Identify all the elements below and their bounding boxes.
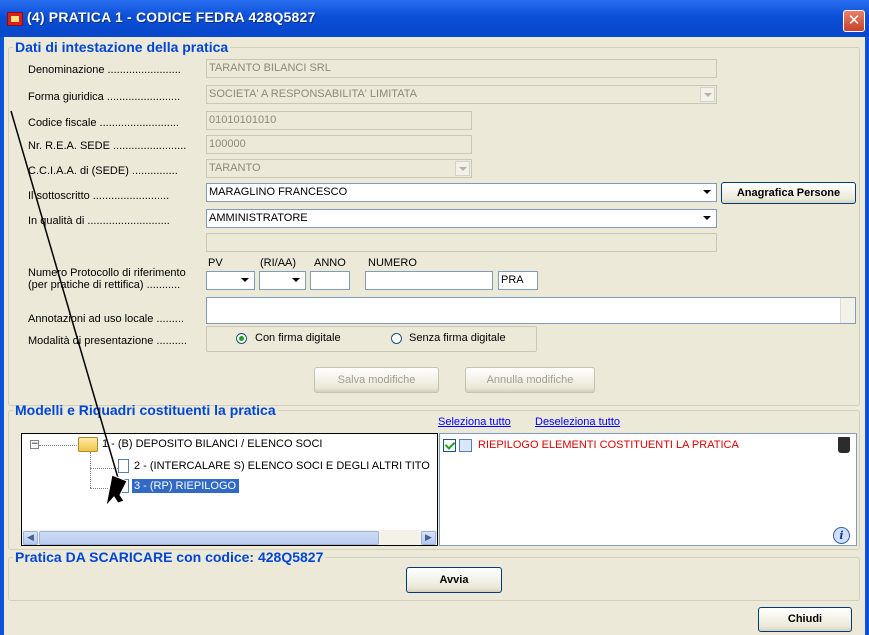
app-icon xyxy=(7,12,23,26)
forma-giuridica-label: Forma giuridica ........................ xyxy=(28,91,181,103)
qualita-label: In qualità di ..........................… xyxy=(28,215,170,227)
radio-con-firma[interactable] xyxy=(236,333,247,344)
chevron-down-icon[interactable] xyxy=(700,87,715,102)
chevron-left-icon[interactable]: ◀ xyxy=(23,531,38,545)
radio-con-firma-label[interactable]: Con firma digitale xyxy=(255,332,341,344)
chevron-down-icon[interactable] xyxy=(289,273,304,288)
intestazione-legend: Dati di intestazione della pratica xyxy=(15,39,229,55)
protocollo-label-line1: Numero Protocollo di riferimento xyxy=(28,267,186,279)
annotazioni-textarea[interactable] xyxy=(206,297,856,324)
cciaa-label: C.C.I.A.A. di (SEDE) ............... xyxy=(28,165,178,177)
chevron-right-icon[interactable]: ▶ xyxy=(421,531,436,545)
chevron-down-icon[interactable] xyxy=(700,185,715,200)
codice-fiscale-label: Codice fiscale .........................… xyxy=(28,117,179,129)
tree-connector xyxy=(90,452,91,488)
info-icon[interactable]: i xyxy=(833,527,850,544)
rea-field[interactable]: 100000 xyxy=(206,135,472,154)
protocollo-numero-header: NUMERO xyxy=(368,257,417,269)
dialog-body: Dati di intestazione della pratica Denom… xyxy=(4,37,865,635)
avvia-button[interactable]: Avvia xyxy=(406,567,502,593)
scrollbar-thumb[interactable] xyxy=(39,531,379,545)
modelli-tree[interactable]: − 1 - (B) DEPOSITO BILANCI / ELENCO SOCI… xyxy=(21,433,438,546)
folder-icon xyxy=(78,437,98,452)
sottoscritto-value: MARAGLINO FRANCESCO xyxy=(209,186,348,198)
chevron-down-icon[interactable] xyxy=(700,211,715,226)
annulla-modifiche-button[interactable]: Annulla modifiche xyxy=(465,367,595,393)
chevron-down-icon[interactable] xyxy=(455,161,470,176)
qualita-value: AMMINISTRATORE xyxy=(209,212,308,224)
application-window: (4) PRATICA 1 - CODICE FEDRA 428Q5827 ✕ … xyxy=(0,0,869,635)
radio-senza-firma-label[interactable]: Senza firma digitale xyxy=(409,332,506,344)
protocollo-pv-header: PV xyxy=(208,257,223,269)
document-icon xyxy=(118,479,129,493)
annotazioni-scrollbar[interactable] xyxy=(840,298,855,323)
title-bar[interactable]: (4) PRATICA 1 - CODICE FEDRA 428Q5827 ✕ xyxy=(0,0,869,37)
salva-modifiche-button[interactable]: Salva modifiche xyxy=(314,367,439,393)
tree-item-intercalare-s[interactable]: 2 - (INTERCALARE S) ELENCO SOCI E DEGLI … xyxy=(134,460,430,472)
denominazione-field[interactable]: TARANTO BILANCI SRL xyxy=(206,59,717,78)
radio-senza-firma[interactable] xyxy=(391,333,402,344)
tree-connector xyxy=(90,488,120,489)
protocollo-suffix-field[interactable]: PRA xyxy=(498,271,538,290)
seleziona-tutto-link[interactable]: Seleziona tutto xyxy=(438,416,511,428)
modelli-legend: Modelli e Riquadri costituenti la pratic… xyxy=(15,402,276,418)
modelli-checklist[interactable]: RIEPILOGO ELEMENTI COSTITUENTI LA PRATIC… xyxy=(439,433,857,546)
protocollo-riaa-header: (RI/AA) xyxy=(260,257,297,269)
forma-giuridica-select[interactable]: SOCIETA' A RESPONSABILITA' LIMITATA xyxy=(206,85,717,104)
chiudi-button[interactable]: Chiudi xyxy=(758,607,852,632)
codice-fiscale-field[interactable]: 01010101010 xyxy=(206,111,472,130)
window-title: (4) PRATICA 1 - CODICE FEDRA 428Q5827 xyxy=(27,9,316,25)
tree-horizontal-scrollbar[interactable]: ◀ ▶ xyxy=(22,529,437,545)
forma-giuridica-value: SOCIETA' A RESPONSABILITA' LIMITATA xyxy=(209,88,417,100)
tree-item-riepilogo[interactable]: 3 - (RP) RIEPILOGO xyxy=(132,479,240,493)
tree-collapse-icon[interactable]: − xyxy=(30,440,39,449)
protocollo-riaa-select[interactable] xyxy=(259,271,306,290)
anagrafica-persone-button[interactable]: Anagrafica Persone xyxy=(721,182,856,204)
deseleziona-tutto-link[interactable]: Deseleziona tutto xyxy=(535,416,620,428)
cciaa-value: TARANTO xyxy=(209,162,261,174)
cciaa-select[interactable]: TARANTO xyxy=(206,159,472,178)
chevron-down-icon[interactable] xyxy=(238,273,253,288)
modalita-label: Modalità di presentazione .......... xyxy=(28,335,187,347)
protocollo-numero-field[interactable] xyxy=(365,271,493,290)
modalita-radio-group: Con firma digitale Senza firma digitale xyxy=(206,326,537,352)
sottoscritto-label: Il sottoscritto ........................… xyxy=(28,190,170,202)
tree-item-deposito-bilanci[interactable]: 1 - (B) DEPOSITO BILANCI / ELENCO SOCI xyxy=(102,438,322,450)
rea-label: Nr. R.E.A. SEDE ........................ xyxy=(28,140,187,152)
close-button[interactable]: ✕ xyxy=(843,10,865,32)
document-check-icon xyxy=(459,439,472,452)
riepilogo-checkbox[interactable] xyxy=(443,439,456,452)
riepilogo-list-item[interactable]: RIEPILOGO ELEMENTI COSTITUENTI LA PRATIC… xyxy=(478,439,739,451)
denominazione-label: Denominazione ........................ xyxy=(28,64,181,76)
document-icon xyxy=(118,459,129,473)
qualita-detail-field[interactable] xyxy=(206,233,717,252)
tree-connector xyxy=(39,445,79,446)
protocollo-anno-field[interactable] xyxy=(310,271,350,290)
protocollo-pv-select[interactable] xyxy=(206,271,255,290)
qualita-select[interactable]: AMMINISTRATORE xyxy=(206,209,717,228)
protocollo-anno-header: ANNO xyxy=(314,257,346,269)
scaricare-legend: Pratica DA SCARICARE con codice: 428Q582… xyxy=(15,549,324,565)
annotazioni-label: Annotazioni ad uso locale ......... xyxy=(28,313,184,325)
sottoscritto-select[interactable]: MARAGLINO FRANCESCO xyxy=(206,183,717,202)
protocollo-label-line2: (per pratiche di rettifica) ........... xyxy=(28,279,181,291)
tree-connector xyxy=(90,468,120,469)
trash-icon[interactable] xyxy=(838,437,850,453)
